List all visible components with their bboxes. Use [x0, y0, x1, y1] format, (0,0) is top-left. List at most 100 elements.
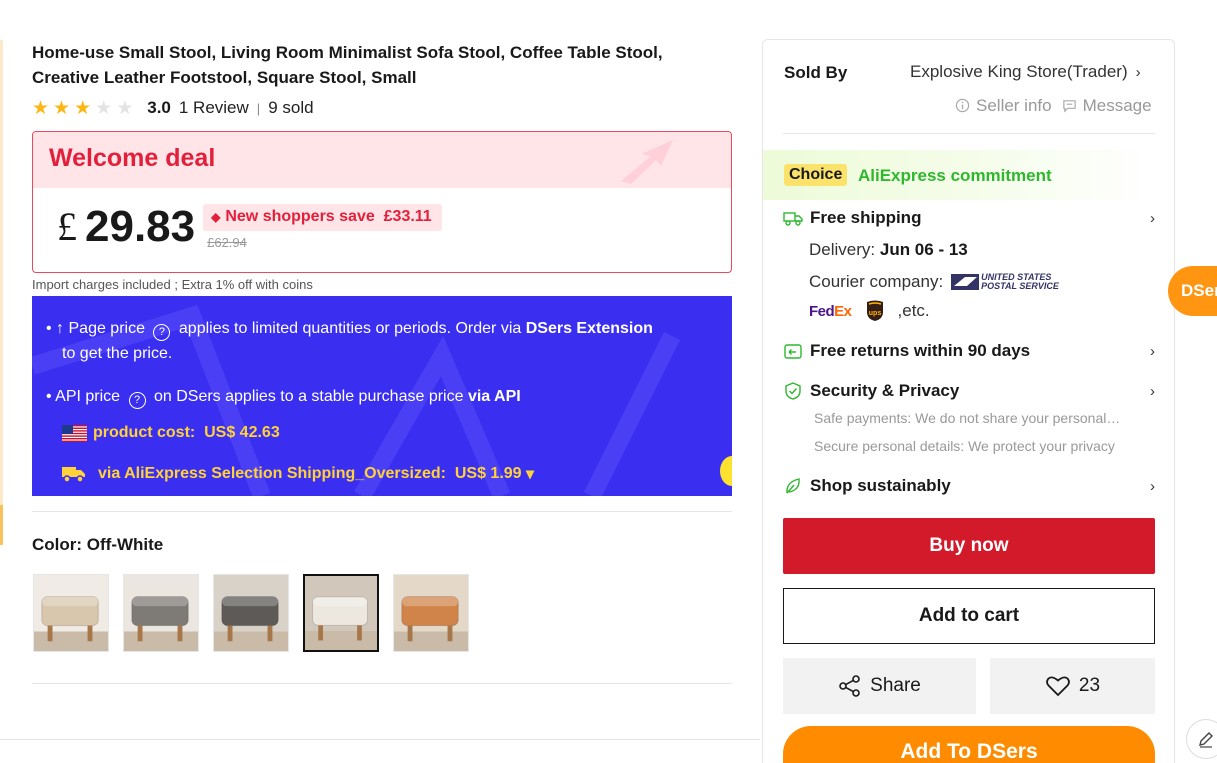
- free-shipping-row[interactable]: Free shipping ›: [783, 208, 1155, 228]
- save-label: New shoppers save: [225, 208, 375, 225]
- chevron-down-icon[interactable]: ▾: [526, 464, 534, 484]
- color-label: Color: Off-White: [32, 535, 164, 554]
- shield-icon: [785, 382, 801, 400]
- sustainable-label: Shop sustainably: [810, 476, 951, 495]
- color-swatch[interactable]: [303, 574, 379, 652]
- shipping-cost-row[interactable]: via AliExpress Selection Shipping_Oversi…: [62, 464, 534, 484]
- leaf-icon: [786, 478, 800, 494]
- free-returns-row[interactable]: Free returns within 90 days ›: [783, 341, 1155, 361]
- savings-column: ◆ New shoppers save £33.11 £62.94: [203, 204, 442, 250]
- chevron-right-icon: ›: [1135, 63, 1141, 81]
- reviews-link[interactable]: 1 Review: [179, 98, 249, 118]
- safe-payments-note: Safe payments: We do not share your pers…: [814, 410, 1124, 426]
- sold-count: 9 sold: [268, 98, 314, 117]
- purchase-sidebar: Sold By Explosive King Store(Trader) › S…: [762, 39, 1175, 763]
- rating-score: 3.0: [147, 98, 171, 117]
- seller-info-link[interactable]: Seller info: [955, 96, 1052, 116]
- help-icon[interactable]: ?: [153, 324, 171, 341]
- stool-image: [124, 595, 198, 651]
- stool-image: [394, 595, 468, 651]
- security-row[interactable]: Security & Privacy ›: [783, 381, 1155, 401]
- shipping-truck-icon: [783, 212, 803, 226]
- page-price-label: • ↑ Page price: [46, 320, 145, 337]
- divider: [783, 133, 1155, 134]
- star-icon: ★: [32, 97, 50, 119]
- share-label: Share: [870, 675, 921, 696]
- wishlist-button[interactable]: 23: [990, 658, 1155, 714]
- color-swatch[interactable]: [123, 574, 199, 652]
- current-price: 29.83: [85, 202, 196, 251]
- api-price-note: • API price ? on DSers applies to a stab…: [46, 388, 521, 409]
- divider: [32, 511, 732, 512]
- sustainable-row[interactable]: Shop sustainably ›: [783, 476, 1155, 496]
- color-swatch[interactable]: [393, 574, 469, 652]
- returns-icon: [784, 344, 802, 359]
- chevron-right-icon: ›: [1150, 382, 1155, 400]
- via-api-link[interactable]: via API: [468, 388, 521, 405]
- buy-now-button[interactable]: Buy now: [783, 518, 1155, 574]
- pencil-icon: [1199, 732, 1213, 748]
- chevron-right-icon: ›: [1150, 209, 1155, 227]
- star-icon: ★: [116, 97, 134, 119]
- divider: [32, 683, 732, 684]
- product-cost-row: product cost: US$ 42.63: [62, 424, 280, 442]
- separator: |: [256, 100, 261, 116]
- product-cost-label: product cost:: [93, 424, 196, 441]
- new-shopper-badge: ◆ New shoppers save £33.11: [203, 204, 442, 231]
- choice-badge: Choice: [784, 164, 848, 186]
- message-icon: [1062, 100, 1076, 113]
- fedex-logo: FedEx: [809, 303, 852, 320]
- product-cost-value: US$ 42.63: [204, 424, 280, 441]
- color-swatch[interactable]: [213, 574, 289, 652]
- ups-logo-icon: ups: [866, 300, 883, 321]
- product-title: Home-use Small Stool, Living Room Minima…: [32, 43, 663, 87]
- courier-etc: ,etc.: [897, 301, 930, 320]
- delivery-dates: Jun 06 - 13: [879, 240, 968, 259]
- color-swatch[interactable]: [33, 574, 109, 652]
- add-to-dsers-button[interactable]: Add To DSers: [783, 726, 1155, 763]
- shipping-value: US$ 1.99: [454, 465, 522, 482]
- star-rating: ★ ★ ★ ★ ★: [32, 99, 133, 118]
- star-icon: ★: [95, 97, 113, 119]
- heart-icon: [1046, 676, 1070, 697]
- product-page: Home-use Small Stool, Living Room Minima…: [0, 0, 1217, 763]
- save-amount: £33.11: [383, 208, 432, 225]
- store-name: Explosive King Store(Trader): [910, 62, 1128, 81]
- api-price-text: on DSers applies to a stable purchase pr…: [153, 388, 464, 405]
- add-to-cart-button[interactable]: Add to cart: [783, 588, 1155, 644]
- help-icon[interactable]: ?: [128, 391, 146, 409]
- shipping-label: via AliExpress Selection Shipping_Oversi…: [98, 465, 446, 482]
- left-edge-bar: [0, 40, 3, 520]
- price-row: £ 29.83 ◆ New shoppers save £33.11 £62.9…: [57, 204, 442, 250]
- page-price-end: to get the price.: [62, 345, 173, 362]
- dsers-extension-link[interactable]: DSers Extension: [526, 320, 653, 337]
- left-edge-accent: [0, 505, 3, 545]
- edit-button[interactable]: [1186, 719, 1217, 759]
- star-icon: ★: [53, 97, 71, 119]
- seller-info-label: Seller info: [976, 96, 1052, 115]
- usps-logo: UNITED STATES POSTAL SERVICE: [951, 273, 1059, 291]
- secure-details-note: Secure personal details: We protect your…: [814, 438, 1115, 454]
- dsers-price-panel: • ↑ Page price ? applies to limited quan…: [32, 296, 732, 496]
- share-button[interactable]: Share: [783, 658, 976, 714]
- rating-row: ★ ★ ★ ★ ★ 3.0 1 Review | 9 sold: [32, 96, 314, 120]
- courier-label: Courier company:: [809, 272, 944, 291]
- import-note: Import charges included ; Extra 1% off w…: [32, 277, 313, 292]
- original-price: £62.94: [207, 235, 247, 250]
- fedex-ex: Ex: [834, 302, 852, 320]
- welcome-deal-box: Welcome deal £ 29.83 ◆ New shoppers save…: [32, 131, 732, 273]
- security-label: Security & Privacy: [810, 381, 960, 400]
- store-link[interactable]: Explosive King Store(Trader) ›: [910, 62, 1141, 82]
- chevron-right-icon: ›: [1150, 477, 1155, 495]
- svg-text:ups: ups: [868, 310, 881, 317]
- color-swatches: [33, 574, 469, 652]
- down-arrow-icon: ◆: [211, 210, 221, 224]
- wishlist-count: 23: [1078, 675, 1101, 696]
- dsers-floating-tab[interactable]: DSers: [1168, 266, 1217, 316]
- share-icon: [839, 675, 860, 697]
- free-shipping-label: Free shipping: [810, 208, 922, 227]
- message-link[interactable]: Message: [1062, 96, 1152, 116]
- seller-links: Seller info Message: [955, 96, 1152, 116]
- us-flag-icon: [62, 424, 87, 442]
- info-icon: [955, 98, 970, 113]
